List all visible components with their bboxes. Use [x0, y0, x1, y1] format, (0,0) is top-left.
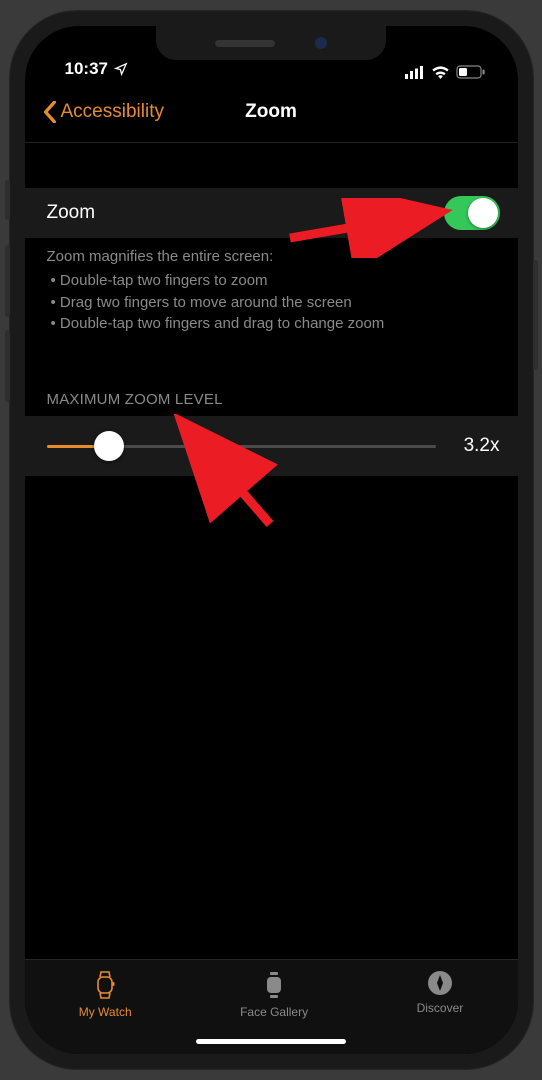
- zoom-toggle-row[interactable]: Zoom: [25, 188, 518, 238]
- nav-bar: Accessibility Zoom: [25, 81, 518, 143]
- screen: 10:37: [25, 26, 518, 1054]
- tab-label: My Watch: [79, 1005, 132, 1019]
- power-button: [533, 260, 538, 370]
- device-frame: 10:37: [9, 10, 534, 1070]
- back-label: Accessibility: [61, 101, 164, 123]
- help-item: Drag two fingers to move around the scre…: [51, 292, 498, 314]
- tab-label: Discover: [417, 1001, 464, 1015]
- tab-my-watch[interactable]: My Watch: [79, 970, 132, 1054]
- home-indicator[interactable]: [196, 1039, 346, 1044]
- watch-icon: [92, 970, 118, 1000]
- help-item: Double-tap two fingers to zoom: [51, 270, 498, 292]
- compass-icon: [427, 970, 453, 996]
- cellular-icon: [405, 66, 425, 79]
- volume-down: [5, 330, 10, 402]
- location-icon: [114, 62, 128, 76]
- clock: 10:37: [65, 59, 108, 79]
- slider-thumb[interactable]: [94, 431, 124, 461]
- volume-up: [5, 245, 10, 317]
- zoom-label: Zoom: [47, 202, 96, 224]
- help-item: Double-tap two fingers and drag to chang…: [51, 313, 498, 335]
- slider-value: 3.2x: [454, 435, 500, 457]
- battery-icon: [456, 65, 486, 79]
- content: Zoom Zoom magnifies the entire screen: D…: [25, 143, 518, 476]
- mute-switch: [5, 180, 10, 220]
- zoom-help: Zoom magnifies the entire screen: Double…: [25, 238, 518, 335]
- help-intro: Zoom magnifies the entire screen:: [47, 246, 498, 268]
- back-button[interactable]: Accessibility: [43, 81, 164, 142]
- front-camera: [315, 37, 327, 49]
- tab-discover[interactable]: Discover: [417, 970, 464, 1054]
- tab-label: Face Gallery: [240, 1005, 308, 1019]
- chevron-left-icon: [43, 101, 57, 123]
- toggle-knob: [468, 198, 498, 228]
- face-gallery-icon: [261, 970, 287, 1000]
- speaker-grill: [215, 40, 275, 47]
- wifi-icon: [431, 65, 450, 79]
- max-zoom-header: MAXIMUM ZOOM LEVEL: [25, 335, 518, 416]
- page-title: Zoom: [245, 101, 297, 123]
- max-zoom-slider[interactable]: [47, 445, 436, 448]
- max-zoom-slider-row: 3.2x: [25, 416, 518, 476]
- notch: [156, 26, 386, 60]
- zoom-toggle[interactable]: [444, 196, 500, 230]
